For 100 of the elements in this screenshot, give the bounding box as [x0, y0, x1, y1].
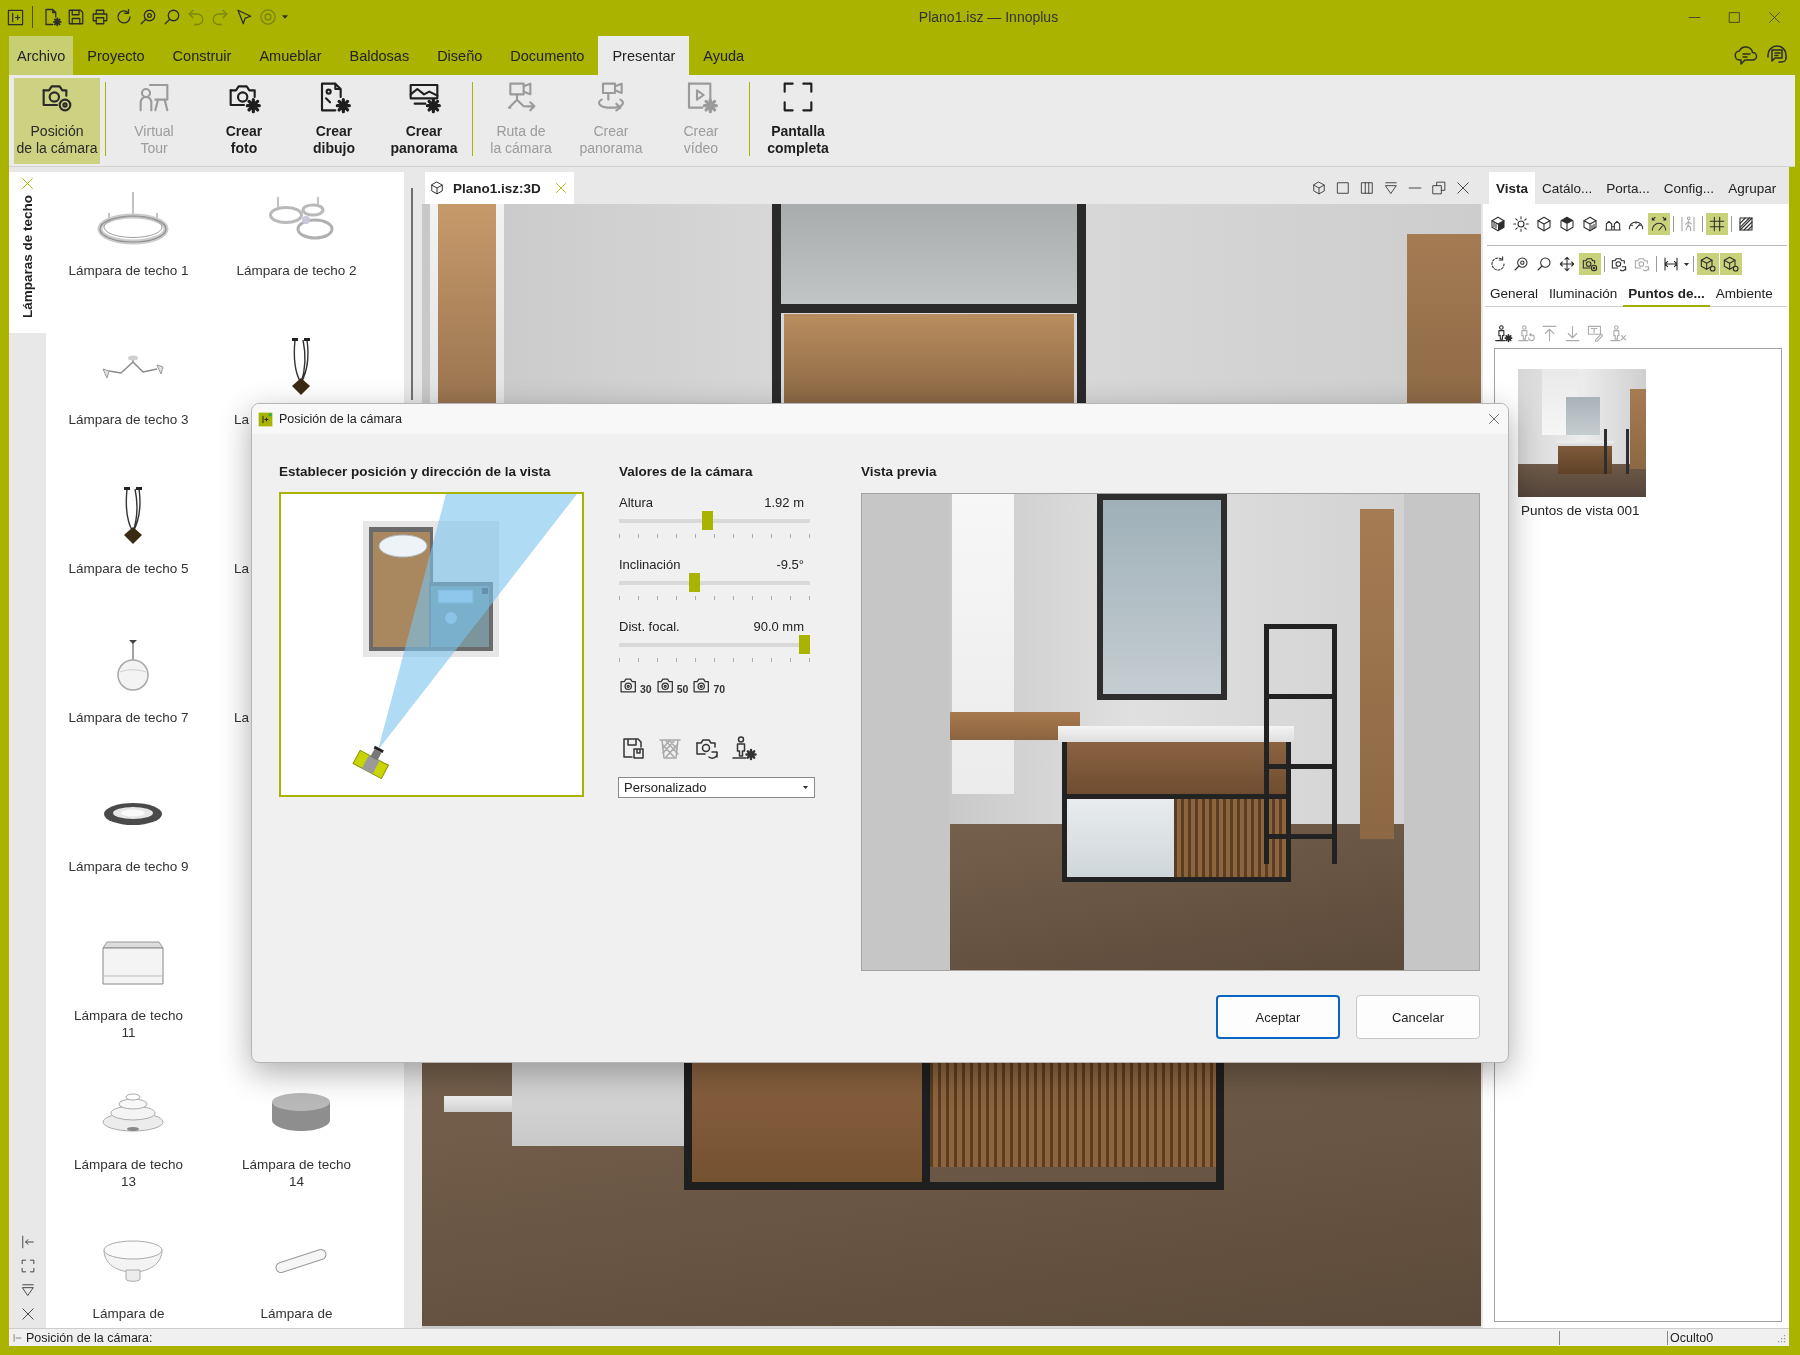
save-icon[interactable]	[67, 8, 85, 26]
lens-preset-button[interactable]: 70	[692, 675, 726, 695]
person-add-icon[interactable]	[1495, 324, 1512, 342]
sub-tab[interactable]: Puntos de...	[1623, 282, 1710, 307]
close-icon[interactable]	[20, 1307, 35, 1321]
toolbar-button[interactable]	[1706, 213, 1728, 235]
section-heading: Vista previa	[861, 464, 938, 480]
ribbon-button[interactable]: Pantalla completa	[755, 78, 841, 164]
panel-tab[interactable]: Porta...	[1599, 172, 1657, 204]
flush-lamp-icon[interactable]	[103, 802, 163, 826]
filter-icon[interactable]	[1384, 181, 1398, 195]
app-icon[interactable]	[7, 8, 24, 26]
ribbon-button[interactable]: Posición de la cámara	[14, 78, 100, 164]
item-label: Lámpara de techo 1	[68, 262, 189, 279]
cube-icon[interactable]	[1312, 181, 1326, 195]
item-label: Lámpara de techo 7	[68, 709, 189, 726]
split-view-icon[interactable]	[1360, 181, 1374, 195]
slider-thumb[interactable]	[689, 573, 701, 592]
pendant-lamp-icon[interactable]	[289, 338, 313, 396]
zoom-icon[interactable]	[139, 8, 157, 26]
camera-rotate-icon[interactable]	[695, 736, 719, 760]
viewpoint-thumbnail[interactable]	[1518, 369, 1646, 497]
section-heading: Establecer posición y dirección de la vista	[279, 464, 552, 480]
person-add-icon[interactable]	[732, 736, 756, 760]
close-icon[interactable]	[1768, 10, 1781, 24]
menu-tab[interactable]: Amueblar	[245, 36, 336, 75]
item-label: Lámpara de techo 13	[73, 1156, 184, 1190]
movie-camera-orbit-icon	[595, 81, 627, 113]
toolbar-button[interactable]	[1697, 253, 1719, 275]
document-asterisk-icon	[318, 81, 350, 113]
rotate-icon	[1490, 256, 1506, 272]
cancel-button[interactable]: Cancelar	[1356, 995, 1480, 1039]
side-tab[interactable]: Lámparas de techo	[9, 172, 46, 333]
restore-icon[interactable]	[1432, 181, 1446, 195]
view-cone[interactable]	[378, 494, 577, 750]
camera-rotate-icon	[1634, 256, 1650, 272]
preset-dropdown[interactable]: Personalizado	[618, 777, 815, 798]
walking-person-icon	[1680, 216, 1696, 232]
pendant-lamp-icon[interactable]	[121, 487, 145, 545]
caret-icon[interactable]	[281, 13, 289, 21]
slider-label: Dist. focal.	[619, 619, 680, 635]
dock-left-icon[interactable]	[20, 1235, 35, 1249]
branched-lamp-icon[interactable]	[101, 355, 165, 379]
toolbar-button[interactable]	[1579, 253, 1601, 275]
filter-icon[interactable]	[20, 1283, 35, 1297]
lens-preset-button[interactable]: 30	[619, 675, 652, 695]
accept-button[interactable]: Aceptar	[1216, 995, 1340, 1039]
panel-tab[interactable]: Config...	[1656, 172, 1722, 204]
zoom-icon	[1513, 256, 1529, 272]
menu-tab[interactable]: Diseño	[423, 36, 497, 75]
pointer-icon[interactable]	[235, 8, 253, 26]
ring-lamp-icon[interactable]	[97, 191, 169, 245]
menu-tab[interactable]: Presentar	[598, 36, 690, 75]
sub-tab[interactable]: Iluminación	[1544, 282, 1623, 307]
status-text: Oculto0	[1670, 1330, 1714, 1345]
panel-tab[interactable]: Catálo...	[1535, 172, 1600, 204]
menu-tab[interactable]: Baldosas	[335, 36, 424, 75]
menu-tab[interactable]: Proyecto	[73, 36, 159, 75]
caret-icon[interactable]	[1683, 260, 1690, 268]
menu-tab[interactable]: Ayuda	[689, 36, 759, 75]
scrollbar[interactable]	[411, 188, 413, 400]
close-icon[interactable]	[1456, 181, 1470, 195]
ribbon-button[interactable]: Crear dibujo	[291, 78, 377, 164]
camera-marker-icon[interactable]	[352, 745, 389, 780]
ribbon-button[interactable]: Crear panorama	[381, 78, 467, 164]
sub-tab[interactable]: Ambiente	[1710, 282, 1778, 307]
toolbar-button[interactable]	[1510, 213, 1532, 235]
file-tab[interactable]: Archivo	[9, 36, 74, 75]
menu-tab[interactable]: Documento	[496, 36, 599, 75]
new-file-icon[interactable]	[43, 8, 61, 26]
item-label: Lámpara de techo 11	[73, 1007, 184, 1041]
map-canvas[interactable]	[279, 492, 584, 797]
slider-label: Inclinación	[619, 557, 681, 573]
toolbar-button[interactable]	[1720, 253, 1742, 275]
toolbar-button[interactable]	[1648, 213, 1670, 235]
lens-preset-button[interactable]: 50	[655, 675, 689, 695]
item-label: La	[234, 560, 250, 577]
panorama-asterisk-icon	[408, 81, 440, 113]
wireframe-cube-icon	[1536, 216, 1552, 232]
close-icon[interactable]	[1488, 413, 1500, 425]
resize-grip-icon[interactable]	[1776, 1332, 1786, 1343]
panel-tab[interactable]: Vista	[1489, 172, 1536, 204]
slider-thumb[interactable]	[799, 635, 810, 654]
save-icon[interactable]	[621, 736, 645, 760]
maximize-icon[interactable]	[1728, 10, 1741, 24]
menu-tab[interactable]: Construir	[158, 36, 246, 75]
document-tab[interactable]: Plano1.isz:3D	[425, 172, 574, 204]
panel-tab[interactable]: Agrupar	[1721, 172, 1784, 204]
search-icon[interactable]	[163, 8, 181, 26]
print-icon[interactable]	[91, 8, 109, 26]
drum-lamp-icon[interactable]	[270, 1092, 332, 1132]
single-view-icon[interactable]	[1336, 181, 1350, 195]
slider-thumb[interactable]	[701, 511, 713, 530]
cube-icon	[430, 181, 444, 195]
ribbon-button[interactable]: Crear foto	[201, 78, 287, 164]
refresh-icon[interactable]	[115, 8, 133, 26]
fullscreen-icon[interactable]	[20, 1259, 35, 1273]
sub-tab[interactable]: General	[1485, 282, 1544, 307]
item-label: La	[234, 411, 250, 428]
panel-lamp-icon[interactable]	[101, 940, 165, 986]
